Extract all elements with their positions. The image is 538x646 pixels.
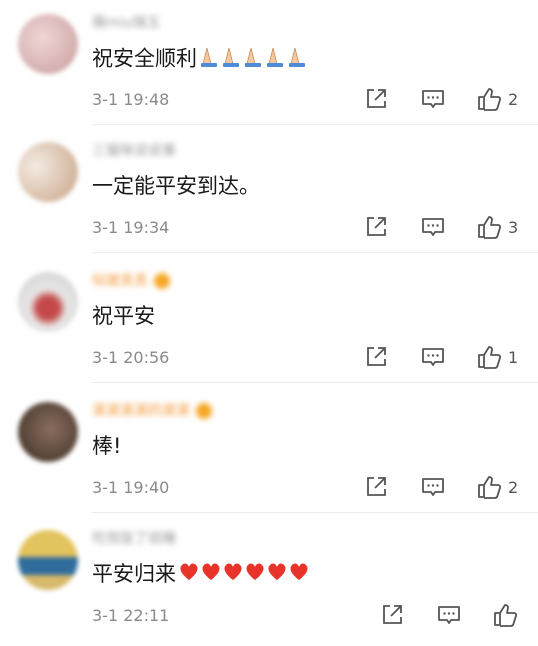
comment-text: 棒! xyxy=(92,432,121,460)
divider xyxy=(92,512,538,513)
thumbs-up-icon xyxy=(478,88,502,111)
avatar[interactable] xyxy=(18,14,78,74)
like-count: 2 xyxy=(508,89,519,109)
reply-button[interactable] xyxy=(420,86,446,112)
thumbs-up-icon xyxy=(478,346,502,369)
share-icon xyxy=(367,477,386,496)
heart-emoji-group xyxy=(178,561,310,590)
comment-icon xyxy=(422,218,444,236)
thumbs-up-icon xyxy=(478,216,502,239)
username[interactable]: 吃饱饭了就睡 xyxy=(92,530,176,548)
avatar[interactable] xyxy=(18,142,78,202)
share-button[interactable] xyxy=(364,86,388,112)
reply-button[interactable] xyxy=(420,474,446,500)
comment-icon xyxy=(422,348,444,366)
share-button[interactable] xyxy=(364,344,388,370)
comment-text: 祝安全顺利 xyxy=(92,44,309,75)
comment-text-content: 平安归来 xyxy=(92,562,176,586)
like-button[interactable]: 3 xyxy=(476,214,518,240)
comment-item: 吃饱饭了就睡 平安归来 3-1 22:11 xyxy=(0,516,538,646)
heart-icon xyxy=(180,563,308,580)
reply-button[interactable] xyxy=(420,214,446,240)
username[interactable]: 滚滚滚滚的滚滚 xyxy=(92,402,212,420)
thumbs-up-icon xyxy=(478,476,502,499)
comment-item: 薇miu瑞玉 祝安全顺利 3-1 19:48 2 xyxy=(0,0,538,130)
share-button[interactable] xyxy=(364,214,388,240)
like-count: 3 xyxy=(508,217,519,237)
avatar[interactable] xyxy=(18,530,78,590)
comment-text: 祝平安 xyxy=(92,302,155,330)
comment-time: 3-1 20:56 xyxy=(92,348,170,367)
avatar[interactable] xyxy=(18,272,78,332)
username-text: 似玻丢丢 xyxy=(92,273,148,289)
share-button[interactable] xyxy=(364,474,388,500)
reply-button[interactable] xyxy=(420,344,446,370)
like-button[interactable]: 2 xyxy=(476,86,518,112)
pray-icon xyxy=(201,47,305,67)
username[interactable]: 薇miu瑞玉 xyxy=(92,14,160,32)
like-button[interactable]: 2 xyxy=(476,474,518,500)
comment-text-content: 祝平安 xyxy=(92,304,155,328)
comment-time: 3-1 19:48 xyxy=(92,90,170,109)
comment-text: 一定能平安到达。 xyxy=(92,172,260,200)
comment-item: 似玻丢丢 祝平安 3-1 20:56 1 xyxy=(0,258,538,388)
vip-badge-icon xyxy=(196,403,212,419)
divider xyxy=(92,252,538,253)
share-icon xyxy=(383,605,402,624)
username-text: 滚滚滚滚的滚滚 xyxy=(92,403,190,419)
divider xyxy=(92,124,538,125)
comment-icon xyxy=(438,606,460,624)
comment-item: 滚滚滚滚的滚滚 棒! 3-1 19:40 2 xyxy=(0,388,538,518)
username[interactable]: 三猫咪说说事 xyxy=(92,142,176,160)
comment-icon xyxy=(422,90,444,108)
comment-time: 3-1 22:11 xyxy=(92,606,170,625)
pray-emoji-group xyxy=(199,44,309,75)
username[interactable]: 似玻丢丢 xyxy=(92,272,170,290)
comment-text: 平安归来 xyxy=(92,560,310,590)
like-button[interactable]: 1 xyxy=(476,344,518,370)
share-icon xyxy=(367,217,386,236)
comment-time: 3-1 19:34 xyxy=(92,218,170,237)
vip-badge-icon xyxy=(154,273,170,289)
comment-item: 三猫咪说说事 一定能平安到达。 3-1 19:34 3 xyxy=(0,128,538,258)
reply-button[interactable] xyxy=(436,602,462,628)
share-icon xyxy=(367,89,386,108)
like-button[interactable] xyxy=(492,602,524,628)
comment-text-content: 一定能平安到达。 xyxy=(92,174,260,198)
comment-time: 3-1 19:40 xyxy=(92,478,170,497)
like-count: 2 xyxy=(508,477,519,497)
share-icon xyxy=(367,347,386,366)
comment-text-content: 祝安全顺利 xyxy=(92,46,197,71)
like-count: 1 xyxy=(508,347,519,367)
comment-icon xyxy=(422,478,444,496)
divider xyxy=(92,382,538,383)
share-button[interactable] xyxy=(380,602,404,628)
comment-text-content: 棒! xyxy=(92,434,122,458)
thumbs-up-icon xyxy=(494,604,518,627)
avatar[interactable] xyxy=(18,402,78,462)
